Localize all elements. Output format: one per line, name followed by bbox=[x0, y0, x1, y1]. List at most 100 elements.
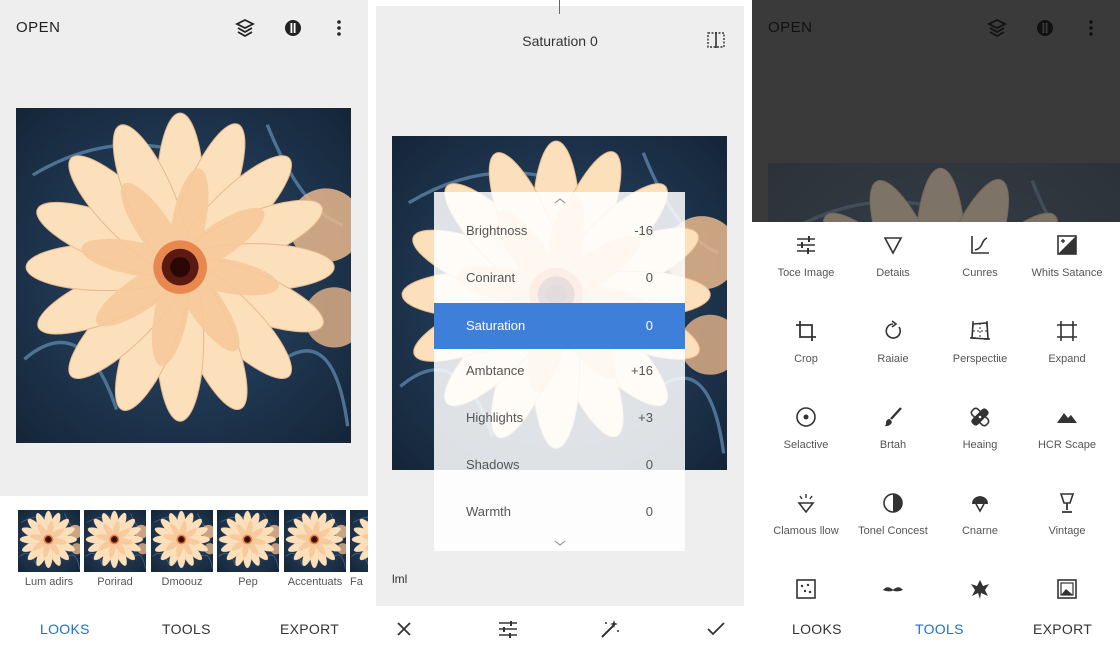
look-thumbnail[interactable] bbox=[284, 510, 346, 572]
adjustment-name: Conirant bbox=[466, 270, 516, 285]
layers-icon[interactable] bbox=[233, 16, 257, 40]
adjustment-title: Saturation 0 bbox=[522, 33, 598, 49]
tool-rotate[interactable]: Raiaie bbox=[849, 308, 937, 394]
adjustment-value: 0 bbox=[645, 457, 653, 472]
tool-label: Tonel Concest bbox=[858, 525, 928, 537]
tool-label: Heaing bbox=[962, 439, 998, 451]
tool-curves[interactable]: Cunres bbox=[936, 222, 1024, 308]
vintage-icon bbox=[1059, 493, 1075, 513]
tab-export[interactable]: EXPORT bbox=[280, 621, 339, 637]
perspective-icon bbox=[970, 321, 990, 340]
tool-label: Cunres bbox=[962, 267, 998, 279]
tool-healing[interactable]: Heaing bbox=[936, 394, 1024, 480]
tool-perspective[interactable]: Perspectiɩe bbox=[936, 308, 1024, 394]
close-icon[interactable] bbox=[392, 617, 416, 641]
adjustment-name: Highlights bbox=[466, 410, 524, 425]
more-vert-icon[interactable] bbox=[1079, 16, 1103, 40]
tool-label: Vintage bbox=[1048, 525, 1086, 537]
adjustment-value: -16 bbox=[634, 223, 653, 238]
glamour-glow-icon bbox=[797, 494, 815, 514]
dimmed-editor: OPEN bbox=[752, 0, 1120, 222]
curves-icon bbox=[971, 236, 989, 254]
drama-icon bbox=[972, 496, 988, 513]
tool-label: Cnarne bbox=[961, 525, 999, 537]
adjustment-item[interactable]: Highlights +3 bbox=[434, 395, 685, 441]
tool-tune-image[interactable]: Toce Image bbox=[762, 222, 850, 308]
bottom-nav: LOOKS TOOLS EXPORT bbox=[0, 606, 368, 652]
look-thumbnail[interactable] bbox=[18, 510, 80, 572]
expand-icon bbox=[1057, 321, 1077, 341]
look-thumbnail[interactable] bbox=[217, 510, 279, 572]
tool-label: Perspectiɩe bbox=[952, 353, 1008, 365]
tool-drama[interactable]: Cnarne bbox=[936, 480, 1024, 566]
look-label: Porirad bbox=[97, 576, 133, 588]
tool-label: Selactive bbox=[783, 439, 829, 451]
tool-glamour-glow[interactable]: Clamous Ɩlow bbox=[762, 480, 850, 566]
tools-screen: OPEN Toce Image Detaiɩs Cunres Whits Sat… bbox=[752, 0, 1120, 652]
retrolux-icon bbox=[883, 587, 903, 592]
slider-marker bbox=[559, 0, 560, 14]
crop-icon bbox=[796, 321, 816, 341]
tab-tools[interactable]: TOOLS bbox=[915, 621, 964, 637]
look-label: Pep bbox=[238, 576, 258, 588]
open-button[interactable]: OPEN bbox=[16, 19, 61, 36]
adjustment-item[interactable]: Conirant 0 bbox=[434, 255, 685, 301]
open-button[interactable]: OPEN bbox=[768, 19, 813, 36]
tab-looks[interactable]: LOOKS bbox=[40, 621, 90, 637]
check-icon[interactable] bbox=[704, 617, 728, 641]
histogram-icon[interactable]: lml bbox=[392, 572, 407, 586]
info-icon[interactable] bbox=[281, 16, 305, 40]
tool-tonal-contrast[interactable]: Tonel Concest bbox=[849, 480, 937, 566]
editor-action-bar bbox=[376, 606, 744, 652]
adjustment-item[interactable]: Warmth 0 bbox=[434, 489, 685, 535]
tool-label: Brtah bbox=[879, 439, 907, 451]
photo-canvas bbox=[768, 163, 1120, 222]
look-thumbnail[interactable] bbox=[84, 510, 146, 572]
rotate-icon bbox=[885, 320, 902, 339]
adjustment-menu: Brightnoss -16 Conirant 0 Saturation 0 A… bbox=[434, 192, 685, 551]
tune-image-screen: Saturation 0 Brightnoss -16 Conirant 0 S… bbox=[376, 0, 744, 652]
tab-export[interactable]: EXPORT bbox=[1033, 621, 1092, 637]
tool-expand[interactable]: Expand bbox=[1023, 308, 1111, 394]
look-thumbnail[interactable] bbox=[151, 510, 213, 572]
tonal-contrast-icon bbox=[883, 493, 903, 513]
tab-tools[interactable]: TOOLS bbox=[162, 621, 211, 637]
tool-label: HCR Scape bbox=[1037, 439, 1097, 451]
tab-looks[interactable]: LOOKS bbox=[792, 621, 842, 637]
adjustment-item[interactable]: Shadows 0 bbox=[434, 442, 685, 488]
tool-label: Raiaie bbox=[877, 353, 909, 365]
adjustment-name: Ambtance bbox=[466, 363, 525, 378]
tool-crop[interactable]: Crop bbox=[762, 308, 850, 394]
chevron-down-icon bbox=[554, 540, 566, 546]
adjustment-value: 0 bbox=[645, 504, 653, 519]
adjustment-name: Saturation bbox=[466, 318, 526, 333]
adjustment-item[interactable]: Brightnoss -16 bbox=[434, 208, 685, 254]
look-thumbnail[interactable] bbox=[350, 510, 368, 572]
tool-details[interactable]: Detaiɩs bbox=[849, 222, 937, 308]
photo-canvas[interactable] bbox=[16, 108, 351, 443]
look-label: Dmoouz bbox=[161, 576, 203, 588]
healing-icon bbox=[970, 407, 990, 427]
tune-icon[interactable] bbox=[496, 617, 520, 641]
layers-icon[interactable] bbox=[985, 16, 1009, 40]
info-icon[interactable] bbox=[1033, 16, 1057, 40]
tool-brush[interactable]: Brtah bbox=[849, 394, 937, 480]
adjustment-name: Brightnoss bbox=[466, 223, 528, 238]
compare-icon[interactable] bbox=[704, 28, 728, 52]
look-label: Lum adirs bbox=[24, 576, 74, 588]
tool-white-balance[interactable]: Whits Satance bbox=[1023, 222, 1111, 308]
selective-icon bbox=[796, 407, 816, 427]
bottom-nav: LOOKS TOOLS EXPORT bbox=[752, 606, 1120, 652]
more-vert-icon[interactable] bbox=[327, 16, 351, 40]
hdr-scape-icon bbox=[1057, 413, 1077, 423]
tool-label: Expand bbox=[1048, 353, 1086, 365]
tool-vintage[interactable]: Vintage bbox=[1023, 480, 1111, 566]
tool-selective[interactable]: Selactive bbox=[762, 394, 850, 480]
adjustment-item[interactable]: Ambtance +16 bbox=[434, 348, 685, 394]
adjustment-value: +3 bbox=[638, 410, 653, 425]
adjustment-item-selected[interactable]: Saturation 0 bbox=[434, 303, 685, 349]
grainy-film-icon bbox=[796, 579, 816, 599]
tool-label: Crop bbox=[794, 353, 818, 365]
auto-icon[interactable] bbox=[598, 617, 622, 641]
tool-hdr-scape[interactable]: HCR Scape bbox=[1023, 394, 1111, 480]
